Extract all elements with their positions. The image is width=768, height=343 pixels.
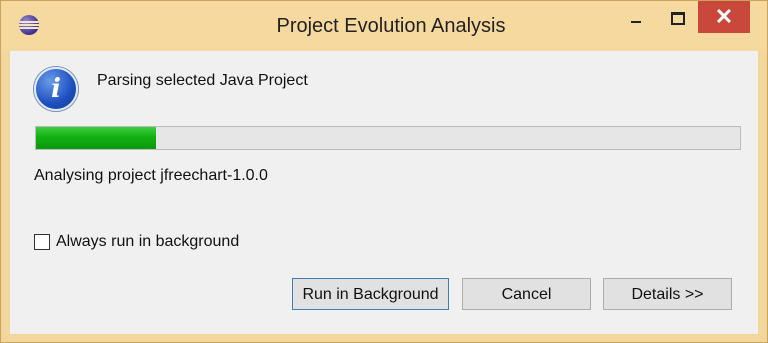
close-button[interactable]: ✕	[698, 1, 750, 33]
maximize-button[interactable]	[663, 1, 691, 33]
close-icon: ✕	[714, 4, 734, 29]
dialog-window: Project Evolution Analysis ✕ i Parsing s…	[0, 0, 768, 343]
info-icon: i	[34, 67, 78, 111]
progress-fill	[36, 127, 156, 149]
minimize-button[interactable]	[621, 1, 649, 33]
title-bar[interactable]: Project Evolution Analysis ✕	[1, 1, 767, 51]
cancel-button[interactable]: Cancel	[462, 278, 591, 310]
progress-bar	[35, 126, 741, 150]
task-message: Parsing selected Java Project	[97, 72, 308, 89]
sub-task-status: Analysing project jfreechart-1.0.0	[34, 167, 268, 184]
window-title: Project Evolution Analysis	[276, 15, 506, 37]
run-in-background-button[interactable]: Run in Background	[292, 278, 449, 310]
dialog-content: i Parsing selected Java Project Analysin…	[10, 51, 758, 334]
details-button[interactable]: Details >>	[603, 278, 732, 310]
always-run-background-label[interactable]: Always run in background	[56, 233, 239, 251]
always-run-background-checkbox[interactable]	[34, 234, 50, 250]
eclipse-icon[interactable]	[19, 15, 39, 35]
